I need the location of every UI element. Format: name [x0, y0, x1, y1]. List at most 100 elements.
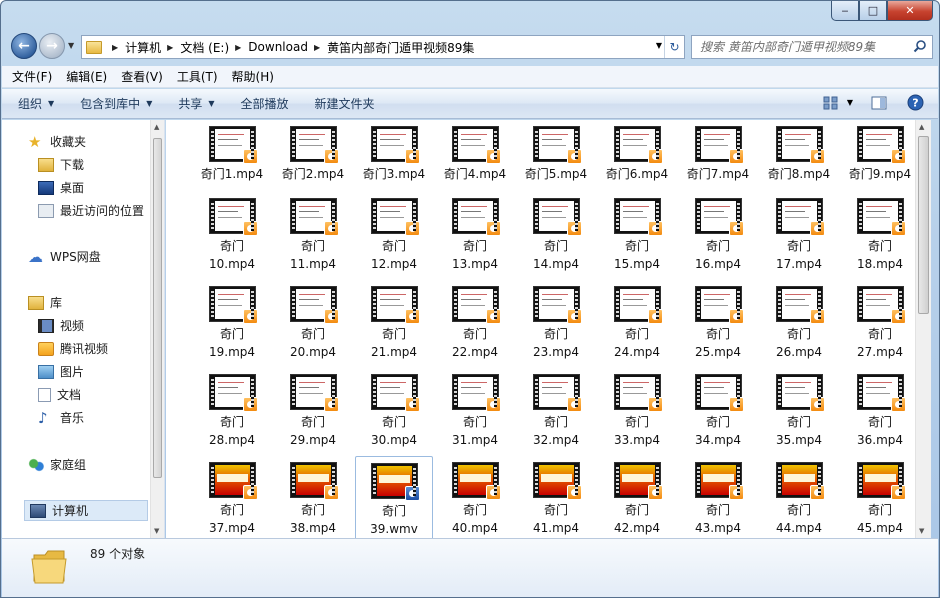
content-scrollbar[interactable]: ▲ ▼: [915, 120, 931, 538]
include-in-library-button[interactable]: 包含到库中 ▼: [80, 95, 152, 112]
organize-button[interactable]: 组织 ▼: [18, 95, 54, 112]
file-item[interactable]: 奇门 36.mp4: [841, 374, 917, 449]
file-item[interactable]: 奇门 17.mp4: [760, 198, 838, 273]
nav-libraries[interactable]: 库: [28, 294, 62, 311]
file-item[interactable]: 奇门 24.mp4: [598, 286, 676, 361]
file-item[interactable]: 奇门 20.mp4: [274, 286, 352, 361]
search-input[interactable]: [692, 36, 902, 58]
breadcrumb-arrow-icon[interactable]: ▶: [167, 43, 173, 52]
file-item[interactable]: 奇门9.mp4: [841, 126, 917, 183]
file-item[interactable]: 奇门 32.mp4: [517, 374, 595, 449]
nav-videos[interactable]: 视频: [38, 317, 84, 334]
file-item[interactable]: 奇门 27.mp4: [841, 286, 917, 361]
file-item[interactable]: 奇门 23.mp4: [517, 286, 595, 361]
file-item[interactable]: 奇门 38.mp4: [274, 462, 352, 537]
menu-help[interactable]: 帮助(H): [232, 68, 274, 85]
scroll-down-icon[interactable]: ▼: [919, 527, 924, 535]
file-item[interactable]: 奇门 21.mp4: [355, 286, 433, 361]
nav-computer[interactable]: 计算机: [24, 500, 148, 521]
nav-pictures[interactable]: 图片: [38, 363, 84, 380]
address-dropdown-icon[interactable]: ▼: [656, 41, 662, 50]
file-item[interactable]: 奇门 13.mp4: [436, 198, 514, 273]
file-item[interactable]: 奇门 10.mp4: [193, 198, 271, 273]
file-item[interactable]: 奇门 35.mp4: [760, 374, 838, 449]
breadcrumb-drive[interactable]: 文档 (E:): [180, 39, 229, 56]
close-button[interactable]: ✕: [887, 1, 933, 21]
play-all-button[interactable]: 全部播放: [241, 95, 289, 112]
nav-music[interactable]: ♪ 音乐: [38, 409, 84, 426]
view-options-icon[interactable]: [823, 96, 839, 110]
file-item[interactable]: 奇门 14.mp4: [517, 198, 595, 273]
file-item[interactable]: 奇门 16.mp4: [679, 198, 757, 273]
file-item[interactable]: 奇门 43.mp4: [679, 462, 757, 537]
file-item[interactable]: 奇门 45.mp4: [841, 462, 917, 537]
file-item[interactable]: 奇门8.mp4: [760, 126, 838, 183]
file-item[interactable]: 奇门 40.mp4: [436, 462, 514, 537]
file-item[interactable]: 奇门 41.mp4: [517, 462, 595, 537]
file-item[interactable]: 奇门 29.mp4: [274, 374, 352, 449]
breadcrumb-computer[interactable]: 计算机: [125, 39, 161, 56]
file-item[interactable]: 奇门 15.mp4: [598, 198, 676, 273]
nav-tencent-video[interactable]: 腾讯视频: [38, 340, 108, 357]
file-item[interactable]: 奇门 42.mp4: [598, 462, 676, 537]
file-item[interactable]: 奇门7.mp4: [679, 126, 757, 183]
breadcrumb-arrow-icon[interactable]: ▶: [235, 43, 241, 52]
menu-tools[interactable]: 工具(T): [177, 68, 218, 85]
file-item[interactable]: 奇门 44.mp4: [760, 462, 838, 537]
preview-pane-icon[interactable]: [871, 96, 887, 110]
breadcrumb-arrow-icon[interactable]: ▶: [112, 43, 118, 52]
file-item[interactable]: 奇门 22.mp4: [436, 286, 514, 361]
nav-downloads[interactable]: 下载: [38, 156, 84, 173]
file-item[interactable]: 奇门 39.wmv: [355, 456, 433, 538]
file-item[interactable]: 奇门6.mp4: [598, 126, 676, 183]
help-icon[interactable]: ?: [907, 94, 924, 111]
file-item[interactable]: 奇门 12.mp4: [355, 198, 433, 273]
nav-scrollbar[interactable]: ▲ ▼: [150, 120, 164, 538]
file-item[interactable]: 奇门 34.mp4: [679, 374, 757, 449]
file-item[interactable]: 奇门5.mp4: [517, 126, 595, 183]
menu-edit[interactable]: 编辑(E): [66, 68, 107, 85]
media-player-badge-icon: [647, 485, 663, 500]
breadcrumb-download[interactable]: Download: [248, 40, 308, 54]
file-item[interactable]: 奇门 11.mp4: [274, 198, 352, 273]
scroll-up-icon[interactable]: ▲: [154, 123, 159, 131]
breadcrumb-arrow-icon[interactable]: ▶: [314, 43, 320, 52]
nav-recent-places[interactable]: 最近访问的位置: [38, 202, 144, 219]
file-item[interactable]: 奇门 33.mp4: [598, 374, 676, 449]
scroll-up-icon[interactable]: ▲: [919, 123, 924, 131]
recent-pages-dropdown[interactable]: ▼: [68, 41, 74, 50]
file-item[interactable]: 奇门 18.mp4: [841, 198, 917, 273]
nav-wps-drive[interactable]: ☁ WPS网盘: [28, 248, 101, 265]
nav-homegroup[interactable]: 家庭组: [28, 456, 86, 473]
scroll-down-icon[interactable]: ▼: [154, 527, 159, 535]
nav-favorites[interactable]: ★ 收藏夹: [28, 133, 86, 150]
file-item[interactable]: 奇门 37.mp4: [193, 462, 271, 537]
file-item[interactable]: 奇门 25.mp4: [679, 286, 757, 361]
refresh-button[interactable]: ↻: [664, 36, 684, 58]
file-item[interactable]: 奇门 26.mp4: [760, 286, 838, 361]
share-button[interactable]: 共享 ▼: [178, 95, 214, 112]
content-scroll-thumb[interactable]: [918, 136, 929, 314]
breadcrumb-current-folder[interactable]: 黄笛内部奇门遁甲视频89集: [327, 39, 474, 56]
file-item[interactable]: 奇门1.mp4: [193, 126, 271, 183]
file-item[interactable]: 奇门 28.mp4: [193, 374, 271, 449]
minimize-button[interactable]: ‒: [831, 1, 859, 21]
menu-file[interactable]: 文件(F): [12, 68, 52, 85]
file-item[interactable]: 奇门2.mp4: [274, 126, 352, 183]
file-item[interactable]: 奇门 19.mp4: [193, 286, 271, 361]
file-item[interactable]: 奇门4.mp4: [436, 126, 514, 183]
forward-button[interactable]: →: [39, 33, 65, 59]
maximize-button[interactable]: □: [859, 1, 887, 21]
nav-desktop[interactable]: 桌面: [38, 179, 84, 196]
view-dropdown-icon[interactable]: ▼: [847, 98, 853, 107]
menu-view[interactable]: 查看(V): [121, 68, 163, 85]
nav-documents[interactable]: 文档: [38, 386, 81, 403]
file-item[interactable]: 奇门 30.mp4: [355, 374, 433, 449]
new-folder-button[interactable]: 新建文件夹: [315, 95, 375, 112]
nav-scroll-thumb[interactable]: [153, 138, 162, 478]
back-button[interactable]: ←: [11, 33, 37, 59]
file-item[interactable]: 奇门 31.mp4: [436, 374, 514, 449]
file-item[interactable]: 奇门3.mp4: [355, 126, 433, 183]
search-icon[interactable]: [913, 39, 927, 53]
address-bar[interactable]: ▶ 计算机 ▶ 文档 (E:) ▶ Download ▶ 黄笛内部奇门遁甲视频8…: [81, 35, 685, 59]
